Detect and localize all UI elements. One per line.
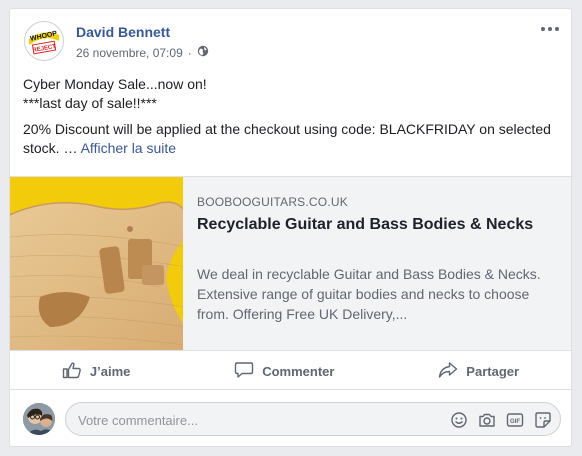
camera-icon[interactable]	[478, 411, 496, 429]
post-paragraph: 20% Discount will be applied at the chec…	[23, 120, 558, 158]
link-title[interactable]: Recyclable Guitar and Bass Bodies & Neck…	[197, 214, 547, 236]
see-more-link[interactable]: Afficher la suite	[81, 140, 176, 156]
svg-text:GIF: GIF	[510, 419, 520, 425]
like-label: J’aime	[89, 363, 131, 379]
gif-icon[interactable]: GIF	[506, 411, 524, 429]
author-avatar[interactable]: WHOOP REJECT	[24, 21, 64, 61]
viewer-avatar[interactable]	[23, 403, 55, 435]
comment-label: Commenter	[262, 363, 335, 379]
post-date[interactable]: 26 novembre, 07:09	[76, 46, 183, 60]
post-card: WHOOP REJECT David Bennett 26 novembre, …	[9, 8, 572, 447]
guitar-body-image	[10, 177, 183, 350]
comment-tools: GIF	[450, 411, 552, 429]
like-button[interactable]: J’aime	[52, 355, 140, 388]
post-line-1: Cyber Monday Sale...now on!	[23, 76, 207, 92]
post-actions: J’aime Commenter Partager	[10, 353, 571, 390]
comment-bubble-icon	[234, 361, 254, 382]
thumbs-up-icon	[62, 361, 82, 382]
more-options-icon[interactable]	[539, 19, 561, 39]
sticker-icon[interactable]	[534, 411, 552, 429]
link-domain: BOOBOOGUITARS.CO.UK	[197, 195, 348, 209]
share-button[interactable]: Partager	[428, 355, 529, 388]
meta-separator: ·	[187, 45, 192, 60]
emoji-icon[interactable]	[450, 411, 468, 429]
comment-button[interactable]: Commenter	[224, 355, 344, 388]
post-line-2: ***last day of sale!!***	[23, 95, 157, 111]
comment-input[interactable]	[76, 410, 420, 430]
share-arrow-icon	[438, 361, 458, 382]
share-label: Partager	[466, 363, 520, 379]
post-meta: 26 novembre, 07:09 ·	[76, 45, 209, 60]
comment-box: GIF	[65, 402, 561, 436]
post-text: Cyber Monday Sale...now on! ***last day …	[23, 75, 558, 158]
author-name[interactable]: David Bennett	[76, 24, 170, 40]
whoop-reject-logo: WHOOP REJECT	[26, 23, 62, 59]
globe-icon[interactable]	[197, 45, 209, 60]
link-description: We deal in recyclable Guitar and Bass Bo…	[197, 266, 541, 322]
link-preview[interactable]: BOOBOOGUITARS.CO.UK Recyclable Guitar an…	[10, 176, 571, 351]
link-preview-image[interactable]	[10, 177, 183, 350]
